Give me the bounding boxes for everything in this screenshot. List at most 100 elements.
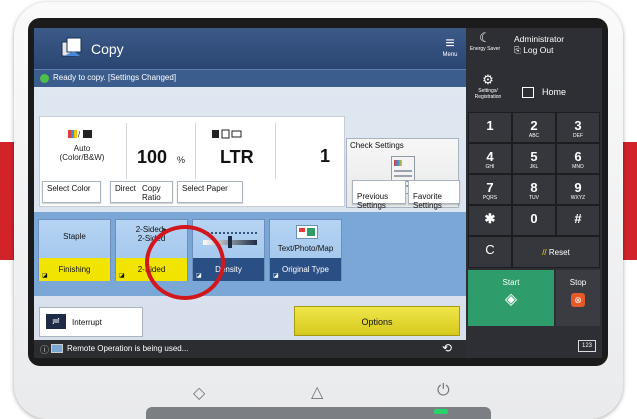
home-label: Home <box>542 87 567 97</box>
direct-copy-ratio-button[interactable]: Direct Copy Ratio <box>110 181 173 203</box>
footer-status-text: Remote Operation is being used... <box>67 344 189 353</box>
right-control-panel: ☾ Energy Saver Administrator ⎘ Log Out ⚙… <box>466 28 602 358</box>
keypad-digit: 8 <box>530 180 538 195</box>
favorite-settings-button[interactable]: Favorite Settings <box>408 180 460 210</box>
remote-icon <box>51 344 63 353</box>
energy-saver-button[interactable]: ☾ Energy Saver <box>468 30 502 68</box>
options-label: Options <box>361 317 393 327</box>
hardware-start-icon[interactable]: ◇ <box>193 383 205 403</box>
original-type-icon <box>296 225 318 239</box>
divider <box>126 123 127 179</box>
keypad-key[interactable]: 8 TUV <box>512 174 556 205</box>
status-text: Ready to copy. [Settings Changed] <box>53 73 177 82</box>
stop-button[interactable]: Stop ⊗ <box>556 270 600 326</box>
keypad-key[interactable]: 5 JKL <box>512 143 556 174</box>
highlight-circle <box>145 225 225 300</box>
keypad-letters: TUV <box>529 195 539 201</box>
settings-registration-button[interactable]: ⚙ Settings/ Registration <box>468 72 508 112</box>
select-color-button[interactable]: Select Color <box>42 181 101 203</box>
keypad-key[interactable]: 1 <box>468 112 512 143</box>
home-icon <box>522 87 534 99</box>
keypad-key[interactable]: 0 <box>512 205 556 236</box>
keypad-digit: 5 <box>530 149 538 164</box>
keypad-key[interactable]: 7 PQRS <box>468 174 512 205</box>
job-status-icon[interactable]: ⟲ <box>442 341 452 355</box>
reset-label: Reset <box>548 248 570 257</box>
keypad-key[interactable]: # <box>556 205 600 236</box>
function-row: Staple ◪ Finishing 2-Sided▸ 2-Sided ◪ 2-… <box>34 212 466 296</box>
interrupt-icon: ≓ <box>46 314 66 329</box>
info-icon: ⓘ <box>40 345 50 355</box>
keypad-key[interactable]: ✱ <box>468 205 512 236</box>
keypad-letters: PQRS <box>482 195 498 201</box>
keypad-digit: 7 <box>486 180 494 195</box>
keypad-key[interactable]: 2 ABC <box>512 112 556 143</box>
start-label: Start <box>502 278 520 287</box>
status-bar: Ready to copy. [Settings Changed] <box>34 69 466 87</box>
keypad-letters: GHI <box>485 164 495 170</box>
paper-size-value: LTR <box>220 147 254 167</box>
finishing-button[interactable]: Staple ◪ Finishing <box>38 219 111 281</box>
previous-settings-button[interactable]: Previous Settings <box>352 180 406 210</box>
divider <box>275 123 276 179</box>
start-button[interactable]: Start ◈ <box>468 270 554 326</box>
stop-icon: ⊗ <box>571 293 585 307</box>
select-color-label: Select Color <box>47 184 91 193</box>
keypad-digit: 3 <box>574 118 582 133</box>
logout-icon: ⎘ <box>514 45 521 55</box>
options-button[interactable]: Options <box>294 306 460 336</box>
select-paper-label: Select Paper <box>182 184 228 193</box>
footer-bar: ⓘ Remote Operation is being used... ⟲ <box>34 340 466 358</box>
keypad-key[interactable]: 9 WXYZ <box>556 174 600 205</box>
copy-ratio-label: Copy Ratio <box>142 184 161 202</box>
settings-gear-icon: ⚙ <box>482 72 494 87</box>
settings-panel: / Auto (Color/B&W) 100 % LTR 1 Select Co… <box>39 116 345 207</box>
finishing-label: Finishing <box>58 265 91 274</box>
home-button[interactable]: Home <box>512 78 598 106</box>
copies-value: 1 <box>320 146 331 166</box>
copy-icon <box>61 37 82 57</box>
energy-saver-label: Energy Saver <box>469 46 501 52</box>
keypad-key[interactable]: 6 MNO <box>556 143 600 174</box>
stop-label: Stop <box>569 278 587 287</box>
clear-label: C <box>485 242 495 257</box>
settings-registration-label: Settings/ Registration <box>474 88 502 100</box>
select-paper-button[interactable]: Select Paper <box>177 181 243 203</box>
interrupt-button[interactable]: ≓ Interrupt <box>39 307 143 337</box>
status-led <box>434 409 448 414</box>
reset-key[interactable]: // Reset <box>512 236 600 268</box>
hardware-power-icon[interactable]: ⏻ <box>437 382 450 400</box>
keypad-letters: MNO <box>572 164 584 170</box>
menu-button[interactable]: ≡ Menu <box>437 36 463 66</box>
red-tab-right <box>623 142 637 260</box>
menu-label: Menu <box>442 52 458 58</box>
direct-label: Direct <box>115 184 136 193</box>
paper-source-icon <box>212 129 242 139</box>
title-bar: Copy ≡ Menu <box>34 28 466 69</box>
keypad-digit: ✱ <box>484 211 496 226</box>
original-type-label: Original Type <box>282 265 329 274</box>
favorite-settings-label: Favorite Settings <box>413 192 442 210</box>
clear-key[interactable]: C <box>468 236 512 268</box>
hardware-warning-icon: △ <box>311 384 324 401</box>
corner-icon: ◪ <box>273 273 279 279</box>
original-type-button[interactable]: Text/Photo/Map ◪ Original Type <box>269 219 342 281</box>
keypad-digit: 9 <box>574 180 582 195</box>
admin-info[interactable]: Administrator ⎘ Log Out <box>514 34 564 56</box>
keypad-digit: 6 <box>574 149 582 164</box>
previous-settings-label: Previous Settings <box>357 192 389 210</box>
copy-ratio-value: 100 <box>137 147 168 167</box>
keypad-letters: WXYZ <box>570 195 586 201</box>
color-mode-icon: / <box>68 130 92 138</box>
keypad-key[interactable]: 3 DEF <box>556 112 600 143</box>
logout-label: Log Out <box>523 45 554 55</box>
touch-screen: Copy ≡ Menu Ready to copy. [Settings Cha… <box>34 28 602 358</box>
keypad-digit: 4 <box>486 149 494 164</box>
counter-button[interactable]: 123 <box>578 340 596 352</box>
keypad-letters: DEF <box>573 133 583 139</box>
copy-ratio-unit: % <box>177 155 186 165</box>
app-title: Copy <box>91 41 124 57</box>
keypad-digit: # <box>574 211 582 226</box>
original-type-value: Text/Photo/Map <box>277 244 334 253</box>
keypad-key[interactable]: 4 GHI <box>468 143 512 174</box>
